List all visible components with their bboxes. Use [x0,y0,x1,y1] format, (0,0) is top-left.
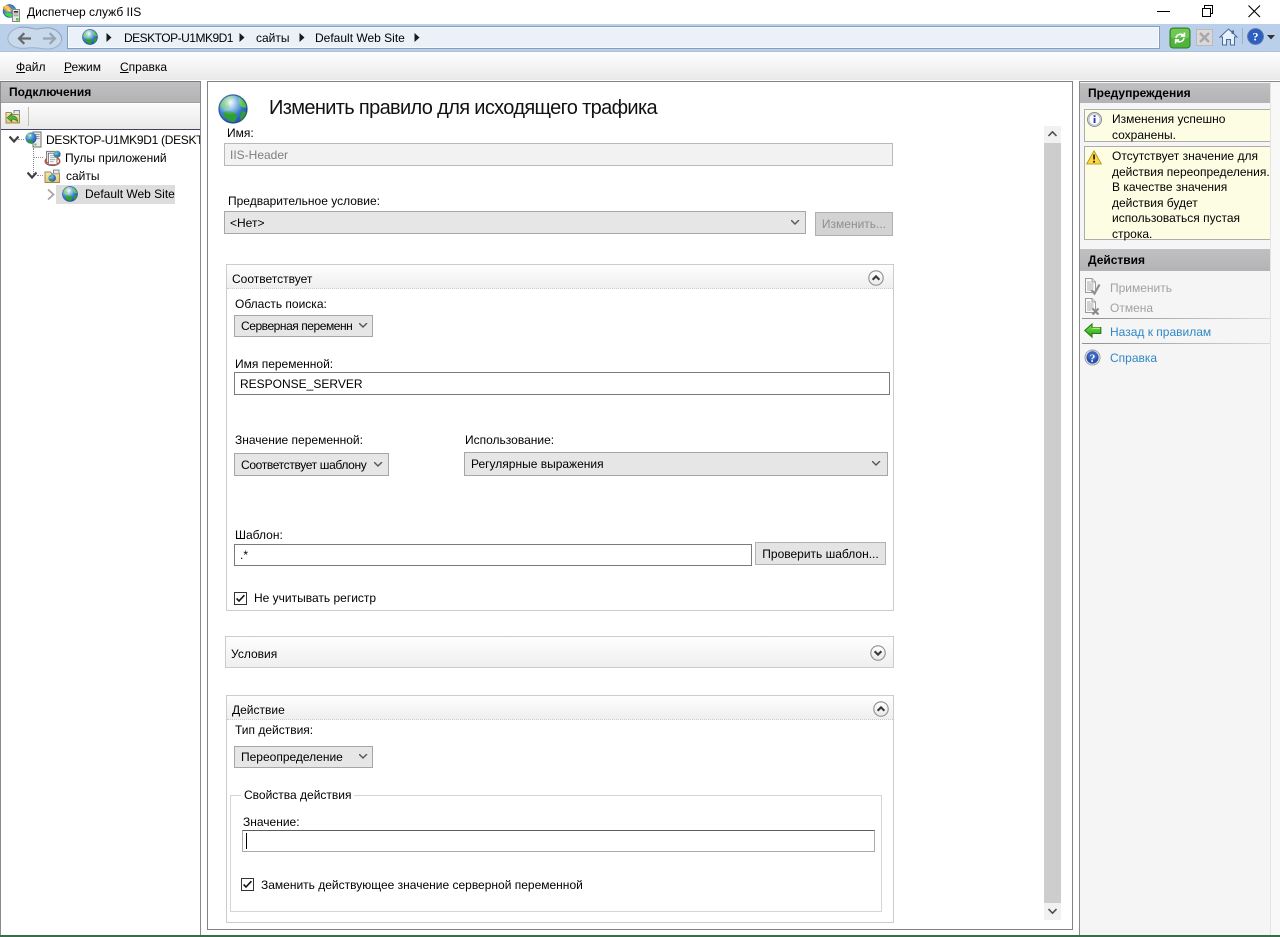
svg-text:?: ? [1253,30,1259,44]
svg-text:?: ? [1090,353,1096,365]
